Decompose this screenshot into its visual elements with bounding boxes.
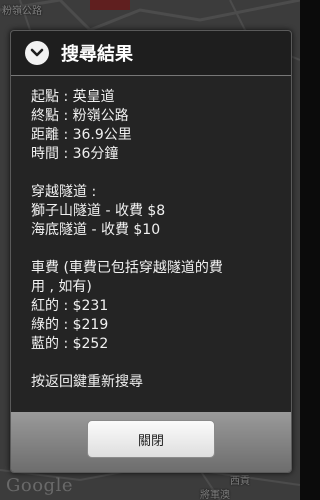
close-button[interactable]: 關閉	[87, 420, 215, 458]
fare-heading-continued: 用 , 如有)	[31, 279, 92, 295]
screen: 西貢 將軍澳 粉嶺公路 Google 搜尋結果 起點 : 英皇道 終點 : 粉嶺…	[0, 0, 300, 500]
tunnel-item: 獅子山隧道 - 收費 $8	[31, 203, 166, 219]
fare-green-taxi: 綠的 : $219	[31, 317, 109, 333]
search-result-dialog: 搜尋結果 起點 : 英皇道 終點 : 粉嶺公路 距離 : 36.9公里 時間 :…	[10, 30, 292, 473]
back-hint: 按返回鍵重新搜尋	[31, 374, 143, 390]
distance-line: 距離 : 36.9公里	[31, 127, 132, 143]
tunnel-item: 海底隧道 - 收費 $10	[31, 222, 161, 238]
dialog-title: 搜尋結果	[61, 44, 133, 65]
destination-line: 終點 : 粉嶺公路	[31, 108, 129, 124]
fare-red-taxi: 紅的 : $231	[31, 298, 109, 314]
time-line: 時間 : 36分鐘	[31, 146, 119, 162]
origin-line: 起點 : 英皇道	[31, 89, 115, 105]
dialog-footer: 關閉	[11, 412, 291, 472]
dialog-header: 搜尋結果	[11, 31, 291, 76]
fare-heading: 車費 (車費已包括穿越隧道的費	[31, 260, 223, 276]
dialog-body: 起點 : 英皇道 終點 : 粉嶺公路 距離 : 36.9公里 時間 : 36分鐘…	[11, 76, 291, 412]
fare-blue-taxi: 藍的 : $252	[31, 336, 109, 352]
tunnels-heading: 穿越隧道 :	[31, 184, 97, 200]
chevron-down-icon	[25, 41, 49, 65]
